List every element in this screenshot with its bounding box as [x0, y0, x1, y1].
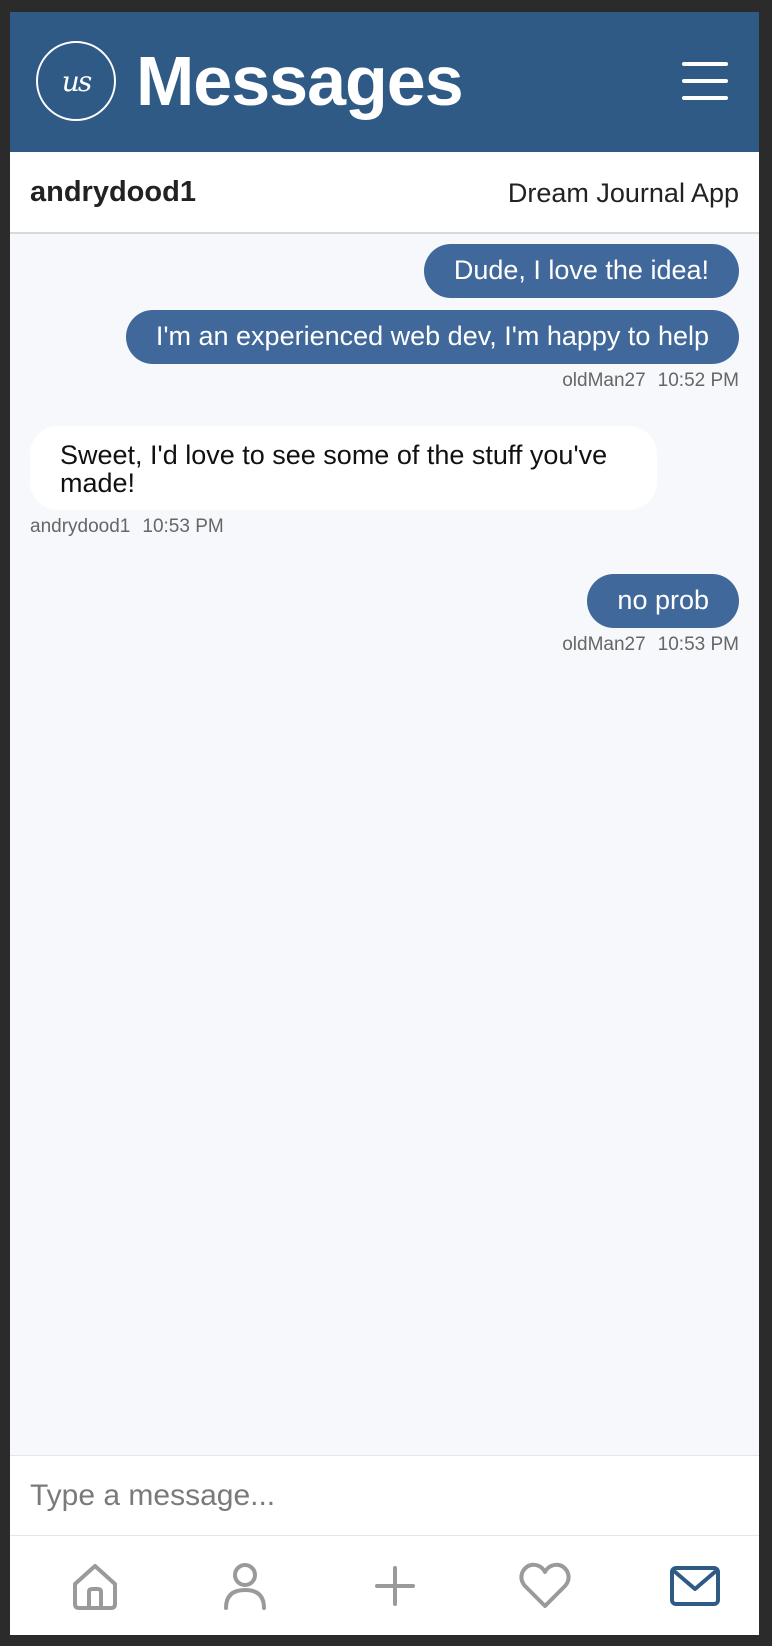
message-time: 10:53 PM — [142, 516, 224, 537]
hamburger-menu-icon[interactable] — [680, 62, 730, 102]
conversation-project[interactable]: Dream Journal App — [508, 178, 739, 209]
message-sender: andrydood1 — [30, 516, 131, 537]
message-bubble-incoming: Sweet, I'd love to see some of the stuff… — [30, 426, 657, 510]
message-sender: oldMan27 — [562, 370, 646, 391]
message-time: 10:52 PM — [657, 370, 739, 391]
message-meta: oldMan27 10:53 PM — [562, 634, 739, 656]
nav-messages-button[interactable] — [665, 1558, 725, 1614]
messages-screen: us Messages andrydood1 Dream Journal App… — [10, 12, 759, 1635]
message-meta: oldMan27 10:52 PM — [562, 370, 739, 392]
page-title: Messages — [136, 42, 464, 120]
nav-home-button[interactable] — [65, 1558, 125, 1614]
profile-icon — [224, 1563, 266, 1610]
conversation-username[interactable]: andrydood1 — [30, 176, 196, 209]
heart-icon — [519, 1562, 571, 1608]
message-meta: andrydood1 10:53 PM — [30, 516, 224, 538]
message-input[interactable] — [30, 1474, 730, 1518]
logo-text: us — [61, 64, 92, 98]
message-bubble-outgoing: no prob — [587, 574, 739, 628]
message-sender: oldMan27 — [562, 634, 646, 655]
bottom-nav — [10, 1535, 759, 1635]
mail-icon — [670, 1566, 720, 1606]
message-bubble-outgoing: Dude, I love the idea! — [423, 244, 739, 298]
conversation-header: andrydood1 Dream Journal App — [10, 152, 759, 234]
nav-profile-button[interactable] — [215, 1558, 275, 1614]
message-composer — [10, 1455, 759, 1535]
nav-add-button[interactable] — [365, 1558, 425, 1614]
home-icon — [73, 1564, 117, 1610]
app-logo[interactable]: us — [36, 41, 116, 121]
plus-icon — [375, 1566, 415, 1606]
app-header: us Messages — [10, 12, 759, 152]
message-bubble-outgoing: I'm an experienced web dev, I'm happy to… — [125, 310, 739, 364]
nav-favorites-button[interactable] — [515, 1558, 575, 1614]
message-time: 10:53 PM — [657, 634, 739, 655]
